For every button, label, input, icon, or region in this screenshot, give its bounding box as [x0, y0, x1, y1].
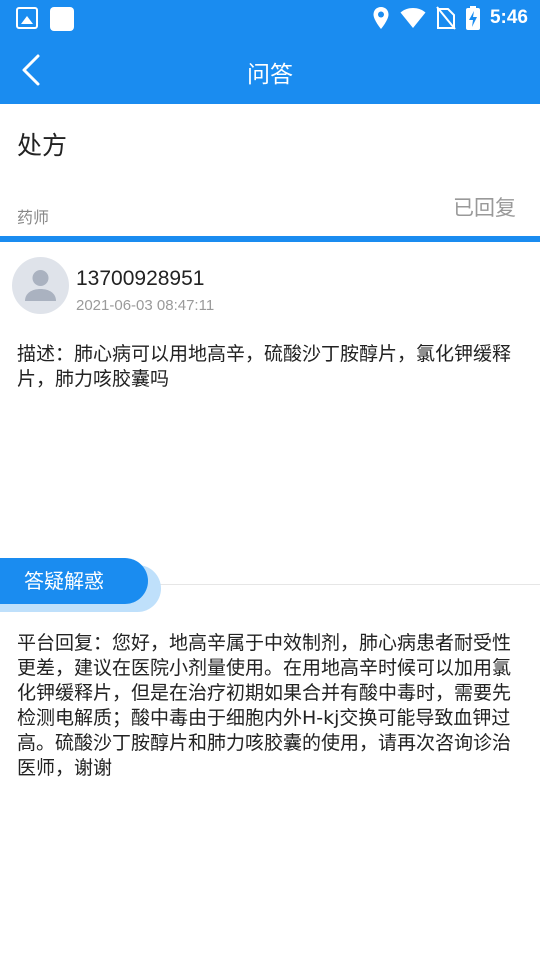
image-icon	[16, 7, 38, 29]
question-role: 药师	[17, 208, 50, 227]
answer-text: 平台回复：您好，地高辛属于中效制剂，肺心病患者耐受性更差，建议在医院小剂量使用。…	[17, 632, 512, 779]
app-square-icon	[50, 7, 74, 31]
answer-tag: 答疑解惑	[0, 558, 148, 604]
question-title: 处方	[17, 131, 68, 160]
no-sim-icon	[436, 6, 456, 30]
question-time: 2021-06-03 08:47:11	[76, 297, 215, 314]
asker-section: 13700928951 2021-06-03 08:47:11 描述：肺心病可以…	[0, 242, 540, 562]
reply-status: 已回复	[453, 196, 516, 220]
avatar	[12, 257, 69, 314]
user-icon	[25, 270, 56, 301]
battery-charging-icon	[465, 6, 480, 30]
location-icon	[373, 7, 389, 29]
asker-phone: 13700928951	[76, 267, 205, 290]
question-description: 描述：肺心病可以用地高辛，硫酸沙丁胺醇片，氯化钾缓释片，肺力咳胶囊吗	[17, 343, 512, 390]
question-header: 处方 药师 已回复	[0, 104, 540, 236]
status-bar: 5:46	[0, 0, 540, 38]
wifi-icon	[400, 8, 426, 28]
nav-bar: 问答	[0, 38, 540, 104]
status-time: 5:46	[489, 7, 528, 28]
page-title: 问答	[247, 62, 293, 88]
